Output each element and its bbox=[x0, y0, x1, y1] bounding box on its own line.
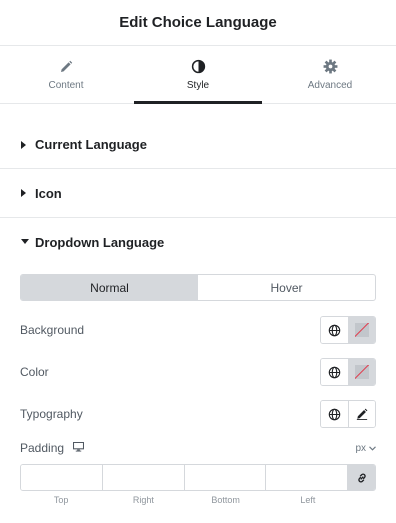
panel-title: Edit Choice Language bbox=[119, 14, 277, 31]
section-label: Current Language bbox=[35, 137, 147, 152]
padding-dimensions bbox=[20, 464, 376, 491]
unit-value: px bbox=[355, 442, 366, 454]
typography-buttons bbox=[320, 400, 376, 428]
desktop-icon[interactable] bbox=[73, 441, 85, 455]
padding-header: Padding px bbox=[20, 440, 376, 456]
padding-right-label: Right bbox=[132, 495, 154, 505]
typography-label: Typography bbox=[20, 407, 83, 421]
background-global-button[interactable] bbox=[321, 317, 348, 343]
pencil-icon bbox=[58, 59, 74, 75]
section-dropdown-language[interactable]: Dropdown Language bbox=[0, 218, 396, 266]
section-label: Dropdown Language bbox=[35, 234, 165, 250]
chevron-down-icon bbox=[369, 445, 376, 451]
color-label: Color bbox=[20, 365, 49, 379]
color-swatch[interactable] bbox=[348, 359, 375, 385]
caret-right-icon bbox=[21, 140, 31, 149]
padding-top-label: Top bbox=[53, 495, 69, 505]
link-values-button[interactable] bbox=[348, 465, 375, 490]
padding-left-label: Left bbox=[300, 495, 316, 505]
state-toggle: Normal Hover bbox=[20, 274, 376, 301]
tab-style-label: Style bbox=[186, 79, 210, 91]
tab-advanced[interactable]: Advanced bbox=[264, 46, 396, 103]
background-control: Background bbox=[20, 316, 376, 344]
tab-content-label: Content bbox=[48, 79, 84, 91]
padding-top-input[interactable] bbox=[21, 465, 103, 490]
link-icon bbox=[357, 473, 366, 482]
gear-icon bbox=[322, 59, 338, 75]
contrast-icon bbox=[190, 59, 206, 75]
padding-bottom-input[interactable] bbox=[184, 465, 267, 490]
typography-global-button[interactable] bbox=[321, 401, 348, 427]
color-buttons bbox=[320, 358, 376, 386]
typography-edit-button[interactable] bbox=[348, 401, 375, 427]
padding-right-input[interactable] bbox=[102, 465, 185, 490]
globe-icon bbox=[328, 408, 341, 420]
panel-header: Edit Choice Language bbox=[0, 0, 396, 46]
no-color-icon bbox=[355, 323, 369, 337]
background-color-swatch[interactable] bbox=[348, 317, 375, 343]
section-label: Icon bbox=[35, 185, 62, 201]
tab-advanced-label: Advanced bbox=[307, 79, 353, 91]
state-hover-button[interactable]: Hover bbox=[198, 275, 375, 300]
tab-style[interactable]: Style bbox=[132, 46, 264, 104]
state-normal-button[interactable]: Normal bbox=[21, 275, 198, 300]
caret-right-icon bbox=[21, 189, 31, 197]
panel-tabs: Content Style Advanced bbox=[0, 46, 396, 104]
unit-selector[interactable]: px bbox=[355, 443, 376, 454]
tab-content[interactable]: Content bbox=[0, 46, 132, 103]
padding-label: Padding bbox=[20, 441, 65, 455]
typography-control: Typography bbox=[20, 400, 376, 428]
globe-icon bbox=[328, 324, 341, 336]
color-global-button[interactable] bbox=[321, 359, 348, 385]
section-current-language[interactable]: Current Language bbox=[0, 120, 396, 169]
pencil-icon bbox=[356, 408, 368, 420]
no-color-icon bbox=[355, 365, 369, 379]
background-buttons bbox=[320, 316, 376, 344]
padding-left-input[interactable] bbox=[266, 465, 348, 490]
color-control: Color bbox=[20, 358, 376, 386]
padding-field-labels: Top Right Bottom Left bbox=[20, 495, 349, 505]
background-label: Background bbox=[20, 323, 85, 337]
caret-down-icon bbox=[21, 239, 31, 245]
globe-icon bbox=[328, 366, 341, 378]
padding-bottom-label: Bottom bbox=[211, 495, 240, 505]
section-icon[interactable]: Icon bbox=[0, 169, 396, 218]
